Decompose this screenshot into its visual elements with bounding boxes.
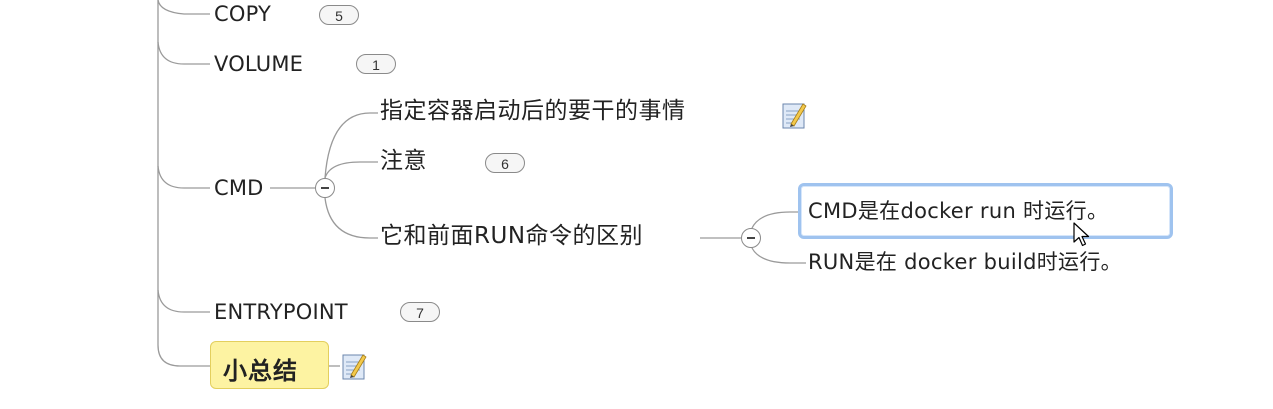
topic-cmd-purpose[interactable]: 指定容器启动后的要干的事情 [380, 100, 686, 123]
topic-cmd-runtime-label: CMD是在docker run 时运行。 [808, 199, 1109, 223]
topic-volume[interactable]: VOLUME [214, 54, 303, 75]
topic-entrypoint[interactable]: ENTRYPOINT [214, 302, 348, 323]
topic-cmd[interactable]: CMD [214, 178, 264, 199]
topic-cmd-notice-count-badge[interactable]: 6 [485, 153, 525, 173]
note-icon[interactable] [340, 351, 368, 381]
topic-summary-label: 小总结 [223, 356, 298, 385]
topic-difference-collapse-icon[interactable] [741, 228, 761, 248]
topic-volume-label: VOLUME [214, 52, 304, 76]
branch-cmd [157, 165, 210, 189]
topic-cmd-difference-label: 它和前面RUN命令的区别 [380, 223, 644, 249]
topic-cmd-purpose-label: 指定容器启动后的要干的事情 [380, 98, 686, 124]
topic-cmd-label: CMD [214, 176, 264, 200]
branch-cmd-notice [324, 161, 378, 179]
branch-cmd-difference [324, 197, 378, 239]
branch-volume [157, 41, 210, 65]
topic-volume-count-badge[interactable]: 1 [356, 54, 396, 74]
mind-map-canvas: COPY 5 VOLUME 1 CMD 指定容器启动后的要干的事情 注意 6 它… [0, 0, 1273, 409]
topic-entrypoint-label: ENTRYPOINT [214, 300, 348, 324]
branch-copy [157, 0, 210, 15]
note-icon[interactable] [780, 100, 808, 130]
branch-entrypoint [157, 289, 210, 313]
topic-copy-count-badge[interactable]: 5 [319, 5, 359, 25]
topic-cmd-runtime[interactable]: CMD是在docker run 时运行。 [808, 201, 1108, 222]
topic-run-buildtime-label: RUN是在 docker build时运行。 [808, 250, 1122, 274]
topic-copy-label: COPY [214, 2, 272, 26]
branch-diff-cmd [751, 211, 800, 229]
branch-diff-run [751, 247, 806, 264]
topic-cmd-difference[interactable]: 它和前面RUN命令的区别 [380, 225, 643, 248]
topic-entrypoint-count-badge[interactable]: 7 [400, 302, 440, 322]
topic-cmd-notice-label: 注意 [380, 148, 427, 174]
topic-copy[interactable]: COPY [214, 4, 271, 25]
topic-cmd-collapse-icon[interactable] [315, 178, 335, 198]
mouse-cursor-icon [1073, 222, 1090, 247]
topic-run-buildtime[interactable]: RUN是在 docker build时运行。 [808, 252, 1122, 273]
topic-cmd-notice[interactable]: 注意 [380, 150, 427, 173]
